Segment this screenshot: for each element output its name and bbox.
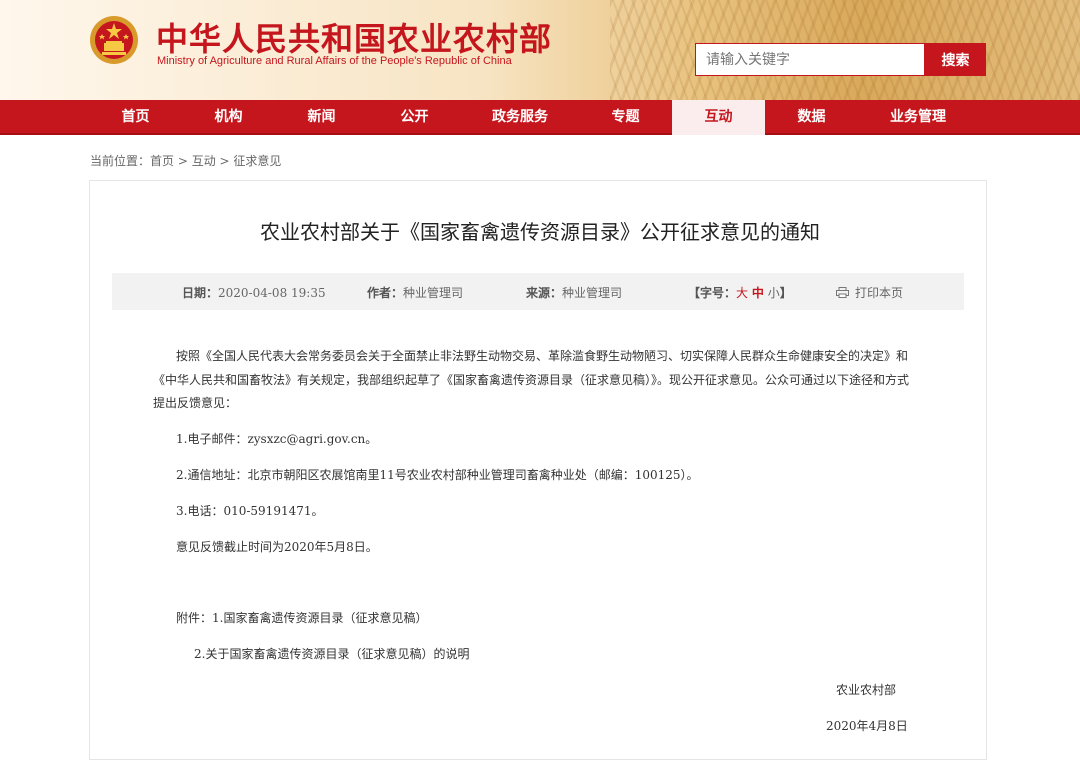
contact-phone: 3.电话：010-59191471。 bbox=[176, 504, 324, 518]
site-title[interactable]: 中华人民共和国农业农村部 bbox=[156, 14, 552, 60]
nav-item-home[interactable]: 首页 bbox=[89, 100, 182, 135]
meta-source-label: 来源： bbox=[526, 286, 563, 300]
body-paragraph-line: 按照《全国人民代表大会常务委员会关于全面禁止非法野生动物交易、革除滥食野生动物陋… bbox=[176, 349, 909, 363]
meta-author-value: 种业管理司 bbox=[403, 286, 464, 300]
breadcrumb-consultation[interactable]: 征求意见 bbox=[233, 154, 281, 168]
nav-item-organization[interactable]: 机构 bbox=[182, 100, 275, 135]
site-header: 中华人民共和国农业农村部 Ministry of Agriculture and… bbox=[0, 0, 1080, 100]
font-size-switcher: 【字号：大 中 小】 bbox=[688, 284, 792, 301]
signature-org: 农业农村部 bbox=[836, 683, 897, 697]
article-title: 农业农村部关于《国家畜禽遗传资源目录》公开征求意见的通知 bbox=[260, 220, 820, 244]
nav-item-business[interactable]: 业务管理 bbox=[858, 100, 978, 135]
breadcrumb-separator: > bbox=[174, 154, 192, 168]
body-paragraph-line: 提出反馈意见： bbox=[153, 396, 238, 410]
meta-source-value: 种业管理司 bbox=[562, 286, 623, 300]
nav-item-interaction[interactable]: 互动 bbox=[672, 100, 765, 135]
attachment-link[interactable]: 2.关于国家畜禽遗传资源目录（征求意见稿）的说明 bbox=[194, 645, 469, 662]
nav-item-topics[interactable]: 专题 bbox=[579, 100, 672, 135]
national-emblem-icon bbox=[90, 16, 138, 64]
meta-author-label: 作者： bbox=[367, 286, 404, 300]
breadcrumb-prefix: 当前位置： bbox=[90, 154, 151, 168]
font-size-suffix: 】 bbox=[779, 286, 792, 300]
site-subtitle: Ministry of Agriculture and Rural Affair… bbox=[157, 55, 512, 67]
breadcrumb-interaction[interactable]: 互动 bbox=[192, 154, 216, 168]
printer-icon bbox=[836, 287, 849, 298]
font-size-prefix: 【字号： bbox=[688, 286, 737, 300]
print-page-label: 打印本页 bbox=[855, 286, 904, 300]
meta-date-value: 2020-04-08 19:35 bbox=[218, 286, 326, 300]
search-input[interactable] bbox=[695, 43, 925, 76]
feedback-deadline: 意见反馈截止时间为2020年5月8日。 bbox=[176, 540, 378, 554]
meta-source: 来源：种业管理司 bbox=[526, 284, 622, 301]
meta-date-label: 日期： bbox=[182, 286, 219, 300]
breadcrumb-home[interactable]: 首页 bbox=[150, 154, 174, 168]
search-button[interactable]: 搜索 bbox=[925, 43, 986, 76]
nav-item-data[interactable]: 数据 bbox=[765, 100, 858, 135]
font-size-large[interactable]: 大 bbox=[736, 286, 748, 300]
nav-item-news[interactable]: 新闻 bbox=[275, 100, 368, 135]
contact-address: 2.通信地址：北京市朝阳区农展馆南里11号农业农村部种业管理司畜禽种业处（邮编：… bbox=[176, 468, 699, 482]
breadcrumb: 当前位置：首页 > 互动 > 征求意见 bbox=[90, 152, 281, 169]
main-nav: 首页 机构 新闻 公开 政务服务 专题 互动 数据 业务管理 bbox=[0, 100, 1080, 135]
nav-item-services[interactable]: 政务服务 bbox=[461, 100, 579, 135]
font-size-medium[interactable]: 中 bbox=[752, 286, 764, 300]
contact-email: 1.电子邮件：zysxzc@agri.gov.cn。 bbox=[176, 432, 378, 446]
meta-author: 作者：种业管理司 bbox=[367, 284, 463, 301]
nav-item-public[interactable]: 公开 bbox=[368, 100, 461, 135]
attachment-link[interactable]: 附件：1.国家畜禽遗传资源目录（征求意见稿） bbox=[176, 609, 427, 626]
font-size-small[interactable]: 小 bbox=[768, 286, 780, 300]
body-paragraph-line: 《中华人民共和国畜牧法》有关规定，我部组织起草了《国家畜禽遗传资源目录（征求意见… bbox=[153, 373, 910, 387]
signature-date: 2020年4月8日 bbox=[826, 719, 908, 733]
breadcrumb-separator: > bbox=[215, 154, 234, 168]
meta-date: 日期：2020-04-08 19:35 bbox=[182, 284, 326, 301]
print-page-button[interactable]: 打印本页 bbox=[836, 284, 903, 301]
